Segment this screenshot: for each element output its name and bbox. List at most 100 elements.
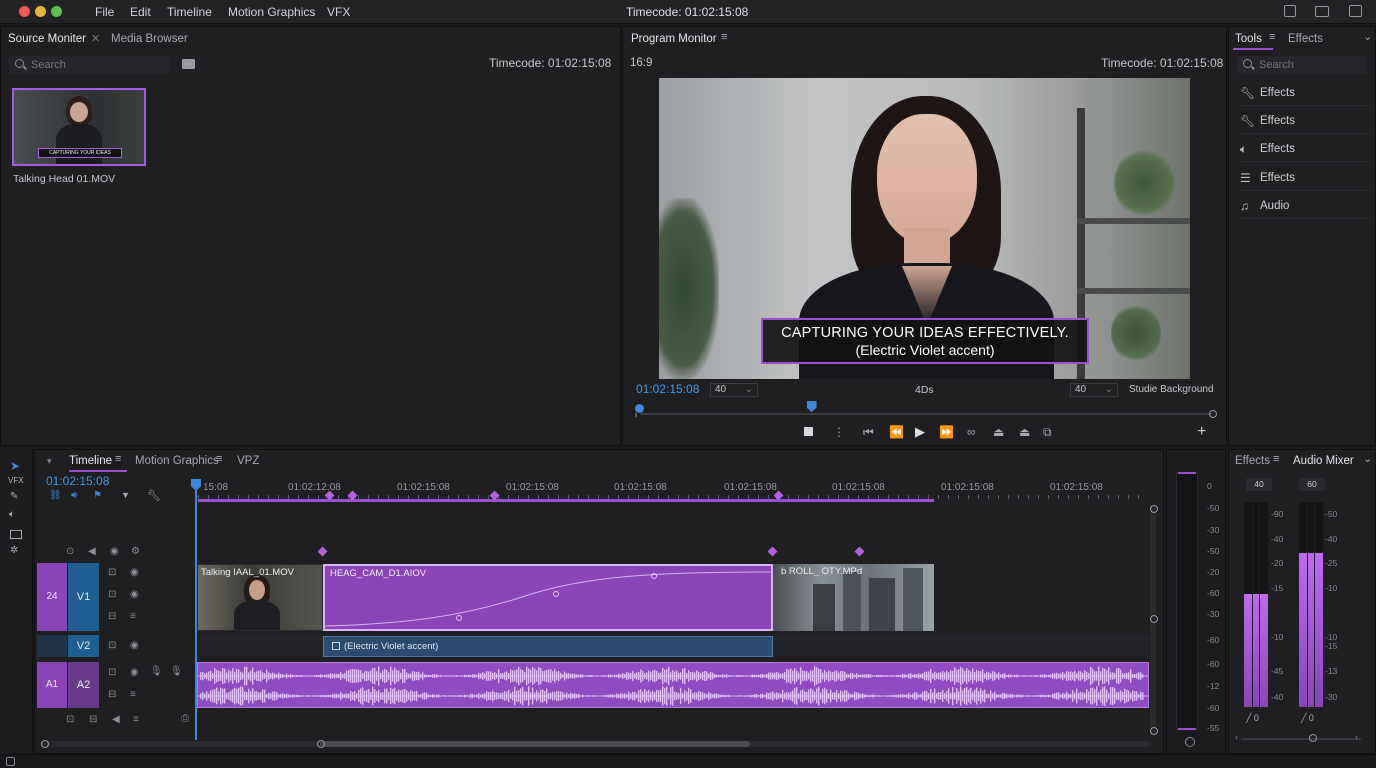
menu-timeline[interactable]: Timeline xyxy=(167,5,212,19)
camera-icon[interactable]: ⊡ xyxy=(108,567,116,578)
mic-icon[interactable]: 🎙︎ xyxy=(170,666,183,677)
eye-icon[interactable]: ◉ xyxy=(110,546,119,557)
menu-icon[interactable]: ≡ xyxy=(133,714,139,725)
layout-icon[interactable] xyxy=(1284,5,1296,17)
play-icon[interactable]: ▶ xyxy=(915,424,925,440)
menu-edit[interactable]: Edit xyxy=(130,5,151,19)
audio-item[interactable]: ♫ Audio xyxy=(1240,195,1370,219)
folder-icon[interactable] xyxy=(182,59,195,69)
link-icon[interactable]: ∞ xyxy=(967,425,976,439)
track-label-v1[interactable]: V1 xyxy=(68,563,99,631)
gear-icon[interactable]: ⚙ xyxy=(131,546,140,557)
reset-icon[interactable] xyxy=(1185,737,1195,747)
export-icon[interactable]: ⎙ xyxy=(181,713,189,724)
scroll-left-icon[interactable]: ‹ xyxy=(1235,732,1238,742)
track-target-v[interactable]: 24 xyxy=(37,563,67,631)
source-search-input[interactable]: Search xyxy=(9,56,169,74)
video-clip-broll[interactable]: b ROLL_ OTY.MPd xyxy=(773,564,934,631)
close-window-button[interactable] xyxy=(19,6,30,17)
panel-menu-icon[interactable]: ≡ xyxy=(115,453,121,465)
track-label-a1[interactable]: A1 xyxy=(37,662,67,708)
lock-icon[interactable]: ⊟ xyxy=(108,611,116,622)
panel-menu-icon[interactable]: ≡ xyxy=(1269,31,1275,43)
scroll-handle-right[interactable] xyxy=(317,740,325,748)
menu-icon[interactable]: ≡ xyxy=(130,689,136,700)
stop-button[interactable] xyxy=(804,427,813,436)
wrench-icon[interactable]: 🔧︎ xyxy=(147,489,161,502)
tab-source-monitor[interactable]: Source Moniter xyxy=(8,33,86,45)
chevron-down-icon[interactable]: ⌄ xyxy=(1363,30,1372,43)
lock-icon[interactable]: ⊡ xyxy=(66,714,74,725)
work-area-bar[interactable] xyxy=(198,499,934,502)
in-point-handle[interactable] xyxy=(635,404,644,413)
linked-selection-icon[interactable]: 🔊︎ xyxy=(71,490,77,501)
menu-file[interactable]: File xyxy=(95,5,114,19)
effects-item-1[interactable]: 🔧︎ Effects xyxy=(1240,82,1370,106)
scroll-handle-left[interactable] xyxy=(41,740,49,748)
close-tab-icon[interactable]: ✕ xyxy=(91,32,100,45)
tools-search-input[interactable]: Search xyxy=(1237,56,1367,74)
channel-1-pan[interactable]: 40 xyxy=(1246,478,1272,491)
track-label-v2[interactable]: V2 xyxy=(68,635,99,657)
clip-thumbnail[interactable]: CAPTURING YOUR IDEAS EFFECTIVELY. xyxy=(12,88,146,166)
tab-motion-graphics[interactable]: Motion Graphics xyxy=(135,455,219,467)
chevron-down-icon[interactable]: ⌄ xyxy=(1363,452,1372,465)
marker-icon[interactable]: ▼ xyxy=(121,490,130,500)
panel-menu-icon[interactable]: ≡ xyxy=(721,31,727,43)
caption-overlay[interactable]: CAPTURING YOUR IDEAS EFFECTIVELY. (Elect… xyxy=(761,318,1089,364)
effects-item-2[interactable]: 🔧︎ Effects xyxy=(1240,110,1370,134)
zoom-select[interactable]: 40 ⌄ xyxy=(710,383,758,397)
effects-tool-icon[interactable]: ✲ xyxy=(10,545,18,556)
menu-icon[interactable]: ≡ xyxy=(130,611,136,622)
lock-icon[interactable]: ⊟ xyxy=(108,689,116,700)
tab-program-monitor[interactable]: Program Monitor xyxy=(631,33,717,45)
tab-media-browser[interactable]: Media Browser xyxy=(111,33,188,45)
camera-icon[interactable]: ⊡ xyxy=(108,640,116,651)
panel-menu-icon[interactable]: ≡ xyxy=(216,453,222,465)
lift-icon[interactable]: ⏏ xyxy=(993,425,1004,439)
tab-effects[interactable]: Effects xyxy=(1288,33,1323,45)
go-to-start-icon[interactable]: ⏮ xyxy=(863,425,874,440)
export-frame-icon[interactable]: ⧉ xyxy=(1043,425,1052,440)
selection-tool-icon[interactable]: ➤ xyxy=(10,459,20,473)
clip-icon[interactable]: ⊟ xyxy=(89,714,97,725)
mixer-scrollbar[interactable] xyxy=(1241,738,1361,740)
eye-icon[interactable]: ◉ xyxy=(130,640,139,651)
status-icon[interactable] xyxy=(6,757,15,766)
tab-audio-mixer[interactable]: Audio Mixer xyxy=(1293,455,1354,467)
tab-effects-mixer[interactable]: Effects xyxy=(1235,455,1270,467)
tab-vpz[interactable]: VPZ xyxy=(237,455,259,467)
eye-icon[interactable]: ◉ xyxy=(130,667,139,678)
video-clip-main[interactable]: HEAG_CAM_D1.AIOV xyxy=(323,564,773,631)
opacity-curve[interactable] xyxy=(325,566,771,629)
scrub-playhead[interactable] xyxy=(806,401,817,412)
eye-icon[interactable]: ◉ xyxy=(130,589,139,600)
video-clip-talking[interactable]: Talking IAAL_01.MOV xyxy=(197,564,323,631)
effects-item-3[interactable]: 🔈︎ Effects xyxy=(1240,138,1370,162)
scroll-right-icon[interactable]: › xyxy=(1355,732,1358,742)
add-button[interactable]: + xyxy=(1197,423,1206,441)
window-icon[interactable] xyxy=(1315,6,1329,17)
scrub-bar[interactable] xyxy=(640,413,1212,415)
eye-icon[interactable]: ◉ xyxy=(130,567,139,578)
vfx-tool-label[interactable]: VFX xyxy=(8,476,24,485)
snap-icon[interactable]: ⛓ xyxy=(49,490,62,501)
mic-icon[interactable]: 🎙︎ xyxy=(150,666,163,677)
quality-select[interactable]: 40 ⌄ xyxy=(1070,383,1118,397)
effects-item-4[interactable]: ☰ Effects xyxy=(1240,167,1370,191)
track-label-a2[interactable]: A2 xyxy=(68,662,99,708)
fast-forward-icon[interactable]: ⏩ xyxy=(939,425,954,439)
camera-icon[interactable]: ⊡ xyxy=(108,589,116,600)
camera-icon[interactable]: ⊙ xyxy=(66,546,74,557)
speaker-icon[interactable]: ◀︎ xyxy=(88,546,96,557)
scrollbar-thumb[interactable] xyxy=(320,741,750,747)
caption-tool-icon[interactable] xyxy=(10,530,22,539)
more-icon[interactable]: ⋮ xyxy=(833,425,845,439)
rewind-icon[interactable]: ⏪ xyxy=(889,425,904,439)
speaker-icon[interactable]: ◀︎ xyxy=(112,714,120,725)
channel-2-pan[interactable]: 60 xyxy=(1299,478,1325,491)
pen-tool-icon[interactable]: ✎ xyxy=(10,491,18,502)
menu-vfx[interactable]: VFX xyxy=(327,5,350,19)
out-point-handle[interactable] xyxy=(1209,410,1217,418)
channel-1-footer[interactable]: ╱ 0 xyxy=(1246,713,1259,724)
